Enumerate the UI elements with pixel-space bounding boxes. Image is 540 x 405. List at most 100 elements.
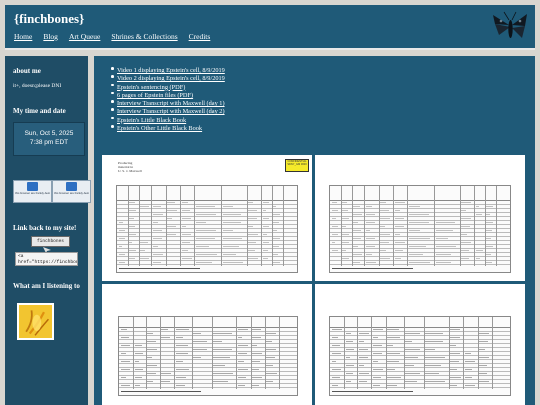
- handwriting-mark: [405, 348, 420, 350]
- table-row-rule: [330, 216, 510, 217]
- handwriting-mark: [475, 257, 481, 259]
- nav-art-queue-link[interactable]: Art Queue: [69, 32, 100, 41]
- handwriting-mark: [486, 205, 493, 207]
- handwriting-mark: [222, 205, 234, 207]
- handwriting-mark: [479, 348, 486, 350]
- handwriting-mark: [464, 384, 475, 386]
- handwriting-mark: [486, 237, 491, 239]
- handwriting-mark: [475, 213, 483, 215]
- handwriting-mark: [461, 257, 469, 259]
- table-row-rule: [330, 240, 510, 241]
- table-row-rule: [330, 232, 510, 233]
- handwriting-mark: [461, 201, 471, 203]
- link-code-box[interactable]: <a href="https://finchbon.: [15, 252, 78, 266]
- handwriting-mark: [195, 229, 217, 231]
- handwriting-mark: [461, 241, 472, 243]
- handwriting-mark: [118, 261, 125, 263]
- handwriting-mark: [248, 257, 259, 259]
- handwriting-mark: [134, 384, 140, 386]
- document-page-4[interactable]: [315, 284, 525, 405]
- nav-blog-link[interactable]: Blog: [43, 32, 58, 41]
- document-page-3[interactable]: [102, 284, 312, 405]
- handwriting-mark: [118, 253, 126, 255]
- handwriting-mark: [405, 356, 419, 358]
- handwriting-mark: [195, 261, 213, 263]
- handwriting-mark: [435, 261, 451, 263]
- handwriting-mark: [353, 261, 361, 263]
- handwriting-mark: [387, 344, 394, 346]
- nav-shrines-link[interactable]: Shrines & Collections: [111, 32, 177, 41]
- handwriting-mark: [365, 261, 376, 263]
- handwriting-mark: [331, 360, 337, 362]
- table-column-rule: [127, 186, 129, 266]
- nav-home-link[interactable]: Home: [14, 32, 32, 41]
- handwriting-mark: [273, 213, 280, 215]
- handwriting-mark: [486, 253, 492, 255]
- handwriting-mark: [408, 213, 429, 215]
- table-column-rule: [495, 186, 497, 266]
- handwriting-mark: [331, 209, 339, 211]
- handwriting-mark: [331, 225, 338, 227]
- moth-logo-icon: [493, 11, 527, 38]
- handwriting-mark: [252, 352, 263, 354]
- document-page-1[interactable]: Producing material in U. S. v. Maxwell C…: [102, 155, 312, 281]
- table-row-rule: [117, 224, 297, 225]
- handwriting-mark: [167, 233, 177, 235]
- table-column-rule: [340, 186, 342, 266]
- handwriting-mark: [129, 217, 134, 219]
- handwriting-mark: [213, 356, 231, 358]
- album-art[interactable]: [17, 303, 54, 340]
- other-black-book-link[interactable]: Epstein's Other Little Black Book: [117, 125, 202, 132]
- handwriting-mark: [181, 217, 192, 219]
- handwriting-mark: [372, 328, 383, 330]
- handwriting-mark: [129, 249, 136, 251]
- handwriting-mark: [120, 376, 126, 378]
- handwriting-mark: [358, 348, 368, 350]
- handwriting-mark: [486, 221, 494, 223]
- document-page-2[interactable]: [315, 155, 525, 281]
- table-column-rule: [385, 317, 387, 389]
- handwriting-mark: [181, 225, 187, 227]
- handwriting-mark: [118, 237, 126, 239]
- handwriting-mark: [175, 376, 187, 378]
- handwriting-mark: [248, 241, 257, 243]
- monitor-icon: [27, 182, 38, 191]
- handwriting-mark: [345, 340, 354, 342]
- handwriting-mark: [134, 368, 143, 370]
- handwriting-mark: [380, 249, 387, 251]
- handwriting-mark: [266, 356, 275, 358]
- handwriting-mark: [120, 368, 130, 370]
- sidebar: about me it+, doesn;please DNI My time a…: [5, 56, 91, 405]
- table-row-rule: [117, 220, 297, 221]
- handwriting-mark: [222, 245, 240, 247]
- table-row-rule: [117, 228, 297, 229]
- handwriting-mark: [273, 245, 279, 247]
- handwriting-mark: [129, 257, 136, 259]
- handwriting-mark: [450, 376, 461, 378]
- site-header: {finchbones} Home Blog Art Queue Shrines…: [5, 5, 535, 50]
- handwriting-mark: [365, 229, 371, 231]
- list-item: Epstein's sentencing (PDF): [111, 81, 225, 91]
- handwriting-mark: [387, 336, 401, 338]
- table-column-rule: [407, 186, 408, 266]
- browser-badge[interactable]: this browser are frankly-being viewed-pe…: [13, 180, 52, 203]
- table-column-rule: [236, 317, 238, 389]
- handwriting-mark: [147, 364, 157, 366]
- handwriting-mark: [358, 332, 369, 334]
- handwriting-mark: [213, 348, 232, 350]
- handwriting-mark: [365, 205, 372, 207]
- table-row-rule: [330, 236, 510, 237]
- handwriting-mark: [252, 368, 259, 370]
- table-row-rule: [330, 264, 510, 265]
- handwriting-mark: [365, 237, 376, 239]
- handwriting-mark: [147, 348, 157, 350]
- handwriting-mark: [273, 205, 277, 207]
- browser-badge[interactable]: this browser are frankly-being viewed-pe…: [52, 180, 91, 203]
- table-column-rule: [477, 317, 479, 389]
- nav-credits-link[interactable]: Credits: [189, 32, 211, 41]
- handwriting-mark: [405, 340, 413, 342]
- handwriting-mark: [237, 368, 249, 370]
- handwriting-mark: [152, 261, 161, 263]
- handwriting-mark: [450, 368, 458, 370]
- handwriting-mark: [435, 221, 455, 223]
